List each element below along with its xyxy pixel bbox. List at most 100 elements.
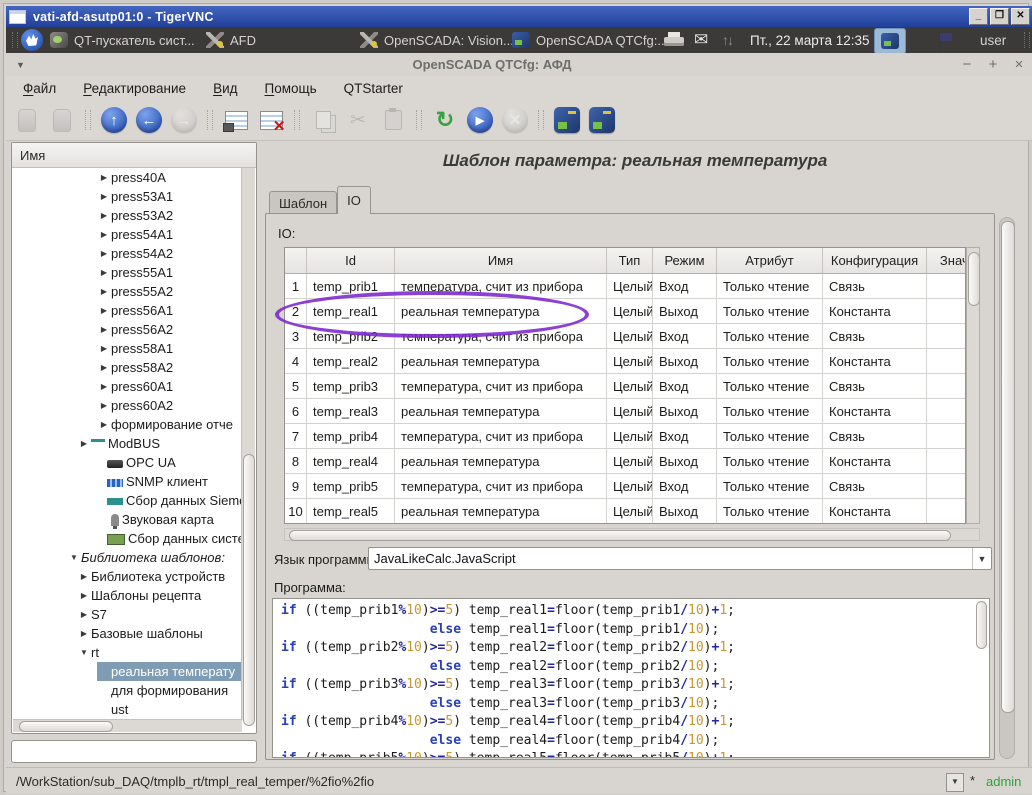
table-cell[interactable]: Целый xyxy=(607,474,653,498)
tree-item-3[interactable]: ▶press54A1 xyxy=(13,225,242,244)
table-cell[interactable]: temp_prib5 xyxy=(307,474,395,498)
vnc-titlebar[interactable]: vati-afd-asutp01:0 - TigerVNC _ ❐ ✕ xyxy=(6,6,1032,27)
tree-item-5[interactable]: ▶press55A1 xyxy=(13,263,242,282)
table-cell[interactable]: Константа xyxy=(823,499,927,523)
table-header-cell[interactable]: Режим xyxy=(653,248,717,273)
table-cell[interactable]: Только чтение xyxy=(717,324,823,348)
table-cell[interactable]: Выход xyxy=(653,499,717,523)
taskbar-app-1[interactable]: AFD xyxy=(206,27,256,53)
refresh-button[interactable]: ↻ xyxy=(430,105,460,135)
table-cell[interactable]: Целый xyxy=(607,374,653,398)
tree-hscrollbar[interactable] xyxy=(13,719,242,732)
tree-item-18[interactable]: Звуковая карта xyxy=(13,510,242,529)
table-cell[interactable]: Только чтение xyxy=(717,374,823,398)
table-cell[interactable]: Только чтение xyxy=(717,274,823,298)
table-header-cell[interactable]: Id xyxy=(307,248,395,273)
tree-header[interactable]: Имя xyxy=(12,143,256,168)
chevron-collapsed-icon[interactable]: ▶ xyxy=(97,420,111,429)
table-cell[interactable]: температура, счит из прибора xyxy=(395,374,607,398)
table-cell[interactable]: Только чтение xyxy=(717,424,823,448)
chevron-collapsed-icon[interactable]: ▶ xyxy=(77,572,91,581)
tree-item-19[interactable]: Сбор данных систем xyxy=(13,529,242,548)
menu-item-4[interactable]: QTStarter xyxy=(344,81,403,96)
tree-item-6[interactable]: ▶press55A2 xyxy=(13,282,242,301)
menu-item-0[interactable]: Файл xyxy=(23,81,56,96)
tree-item-22[interactable]: ▶Шаблоны рецепта xyxy=(13,586,242,605)
network-applet[interactable]: ↑↓ xyxy=(722,27,732,53)
app-menu-button[interactable] xyxy=(21,29,43,51)
table-cell[interactable] xyxy=(927,349,966,373)
chevron-collapsed-icon[interactable]: ▶ xyxy=(77,629,91,638)
panel-vscrollbar[interactable] xyxy=(999,217,1015,759)
tree-item-27[interactable]: для формирования xyxy=(13,681,242,700)
qtcfg-button[interactable] xyxy=(587,105,617,135)
table-cell[interactable]: 8 xyxy=(285,449,307,473)
table-cell[interactable]: temp_prib3 xyxy=(307,374,395,398)
table-cell[interactable]: реальная температура xyxy=(395,349,607,373)
delete-item-button[interactable] xyxy=(256,105,286,135)
vnc-close-button[interactable]: ✕ xyxy=(1011,8,1030,25)
tree-item-21[interactable]: ▶Библиотека устройств xyxy=(13,567,242,586)
taskbar-handle-right[interactable] xyxy=(1024,32,1030,48)
table-header-cell[interactable]: Имя xyxy=(395,248,607,273)
table-cell[interactable]: temp_real2 xyxy=(307,349,395,373)
tree-item-17[interactable]: Сбор данных Sieme xyxy=(13,491,242,510)
table-cell[interactable]: Выход xyxy=(653,299,717,323)
table-cell[interactable]: temp_real3 xyxy=(307,399,395,423)
chevron-collapsed-icon[interactable]: ▶ xyxy=(77,591,91,600)
window-minimize-button[interactable]: − xyxy=(954,55,980,75)
tree-item-25[interactable]: ▼rt xyxy=(13,643,242,662)
table-cell[interactable]: Константа xyxy=(823,399,927,423)
tree-item-11[interactable]: ▶press60A1 xyxy=(13,377,242,396)
chevron-expanded-icon[interactable]: ▼ xyxy=(77,648,91,657)
chevron-collapsed-icon[interactable]: ▶ xyxy=(77,610,91,619)
tree-item-4[interactable]: ▶press54A2 xyxy=(13,244,242,263)
table-cell[interactable] xyxy=(927,299,966,323)
us-flag-icon[interactable] xyxy=(939,32,941,51)
vnc-maximize-button[interactable]: ❐ xyxy=(990,8,1009,25)
table-cell[interactable]: Вход xyxy=(653,474,717,498)
table-cell[interactable]: Вход xyxy=(653,274,717,298)
vnc-minimize-button[interactable]: _ xyxy=(969,8,988,25)
tab-шаблон[interactable]: Шаблон xyxy=(269,191,337,214)
vision-button[interactable] xyxy=(552,105,582,135)
tree-filter-input[interactable] xyxy=(11,740,257,763)
table-cell[interactable]: Только чтение xyxy=(717,349,823,373)
clock[interactable]: Пт., 22 марта 12:35 xyxy=(750,27,869,53)
chevron-collapsed-icon[interactable]: ▶ xyxy=(97,325,111,334)
chevron-collapsed-icon[interactable]: ▶ xyxy=(97,401,111,410)
table-hscroll-thumb[interactable] xyxy=(289,530,951,541)
table-cell[interactable]: Константа xyxy=(823,299,927,323)
tree-item-12[interactable]: ▶press60A2 xyxy=(13,396,242,415)
add-item-button[interactable] xyxy=(221,105,251,135)
table-cell[interactable]: Целый xyxy=(607,299,653,323)
table-cell[interactable]: Вход xyxy=(653,324,717,348)
table-cell[interactable]: 7 xyxy=(285,424,307,448)
editor-vscrollbar[interactable] xyxy=(976,601,987,755)
table-cell[interactable]: 6 xyxy=(285,399,307,423)
table-cell[interactable]: Выход xyxy=(653,349,717,373)
tree-item-20[interactable]: ▼Библиотека шаблонов: xyxy=(13,548,242,567)
table-cell[interactable] xyxy=(927,324,966,348)
table-vscroll-thumb[interactable] xyxy=(968,252,980,306)
table-cell[interactable]: Константа xyxy=(823,449,927,473)
table-cell[interactable]: Выход xyxy=(653,399,717,423)
chevron-collapsed-icon[interactable]: ▶ xyxy=(97,173,111,182)
tree-item-1[interactable]: ▶press53A1 xyxy=(13,187,242,206)
table-cell[interactable] xyxy=(927,274,966,298)
menu-item-2[interactable]: Вид xyxy=(213,81,237,96)
table-cell[interactable]: Целый xyxy=(607,349,653,373)
tray-active-app[interactable] xyxy=(874,28,906,54)
window-close-button[interactable]: × xyxy=(1006,55,1032,75)
chevron-collapsed-icon[interactable]: ▶ xyxy=(77,439,91,448)
taskbar-app-3[interactable]: OpenSCADA QTCfg:... xyxy=(512,27,668,53)
table-cell[interactable]: Только чтение xyxy=(717,449,823,473)
table-header-cell[interactable]: Тип xyxy=(607,248,653,273)
chevron-collapsed-icon[interactable]: ▶ xyxy=(97,192,111,201)
tree-item-7[interactable]: ▶press56A1 xyxy=(13,301,242,320)
tree-item-9[interactable]: ▶press58A1 xyxy=(13,339,242,358)
table-header-cell[interactable]: Конфигурация xyxy=(823,248,927,273)
table-cell[interactable]: Только чтение xyxy=(717,299,823,323)
editor-vscroll-thumb[interactable] xyxy=(976,601,987,649)
table-cell[interactable]: Выход xyxy=(653,449,717,473)
